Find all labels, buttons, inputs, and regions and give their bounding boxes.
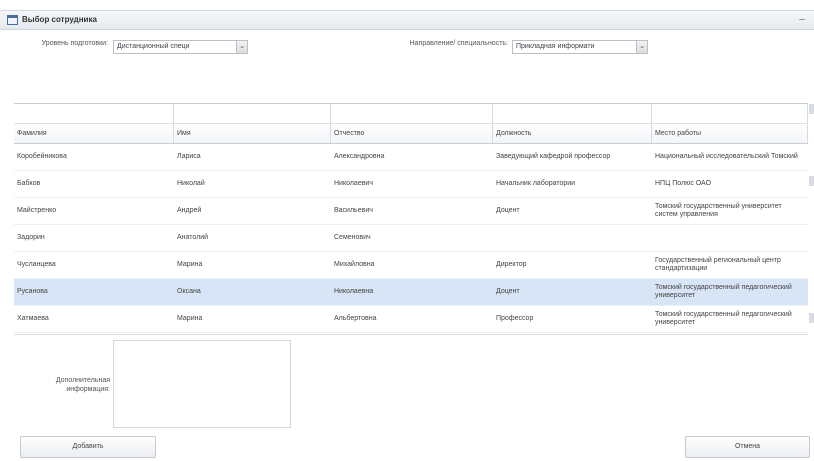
cell-patronymic: Николаевич — [334, 180, 373, 187]
cell-workplace — [652, 225, 808, 251]
cell-patronymic: Семенович — [334, 234, 371, 241]
cell-workplace: НПЦ Полюс ОАО — [655, 180, 712, 187]
column-header-lastname[interactable]: Фамилия — [14, 124, 174, 143]
scrollbar-mark — [809, 313, 814, 323]
table-row[interactable]: Задорин Анатолий Семенович — [14, 225, 808, 252]
table-header-spacer — [14, 104, 808, 123]
column-header-firstname[interactable]: Имя — [174, 124, 331, 143]
cell-firstname: Марина — [177, 261, 203, 268]
cell-firstname: Николай — [177, 180, 205, 187]
cell-position: Директор — [496, 261, 527, 268]
cell-position: Начальник лаборатории — [496, 180, 576, 187]
scrollbar-thumb[interactable] — [809, 104, 814, 114]
direction-select-value: Прикладная информати — [516, 43, 595, 50]
extra-info-textarea[interactable] — [113, 340, 291, 428]
cell-firstname: Андрей — [177, 207, 202, 214]
cell-patronymic: Михайловна — [334, 261, 375, 268]
column-header-workplace[interactable]: Место работы — [652, 124, 808, 143]
cell-firstname: Марина — [177, 315, 203, 322]
cell-workplace: Томский государственный педагогический у… — [655, 284, 792, 299]
table-row[interactable]: Чусланцева Марина Михайловна Директор Госуда… — [14, 252, 808, 279]
chevron-down-icon[interactable]: ⌄ — [236, 41, 247, 53]
level-select[interactable]: Дистанционный специ ⌄ — [113, 40, 248, 54]
table-row[interactable]: Майстренко Андрей Васильевич Доцент Томский … — [14, 198, 808, 225]
cell-firstname: Лариса — [177, 153, 201, 160]
cell-workplace: Томский государственный университет сист… — [655, 203, 782, 218]
add-button[interactable]: Добавить — [20, 436, 156, 458]
cell-workplace: Томский государственный педагогический у… — [655, 311, 792, 326]
cell-position: Заведующий кафедрой профессор — [496, 153, 611, 160]
cell-workplace: Государственный региональный центр станд… — [655, 257, 781, 272]
level-label: Уровень подготовки: — [41, 40, 108, 47]
table-row[interactable]: Хатмаева Марина Альбертовна Профессор Томски… — [14, 306, 808, 333]
cell-position: Профессор — [496, 315, 534, 322]
minimize-button[interactable]: – — [796, 15, 808, 26]
extra-info-label: Дополнительная информация: — [55, 377, 110, 393]
direction-label: Направление/ специальность: — [409, 40, 508, 47]
cell-lastname: Хатмаева — [17, 315, 49, 322]
employees-table: Фамилия Имя Отчество Должность Место раб… — [14, 103, 808, 335]
cell-lastname: Коробейникова — [17, 153, 67, 160]
employee-select-window: Выбор сотрудника – Уровень подготовки: Д… — [0, 0, 814, 461]
cell-patronymic: Николаевна — [334, 288, 374, 295]
column-header-position[interactable]: Должность — [493, 124, 652, 143]
window-title: Выбор сотрудника — [22, 15, 97, 24]
cell-position: Доцент — [496, 207, 520, 214]
cell-position — [493, 225, 652, 251]
cell-firstname: Анатолий — [177, 234, 209, 241]
table-row[interactable]: Коробейникова Лариса Александровна Заведующ… — [14, 144, 808, 171]
table-row[interactable]: Русанова Оксана Николаевна Доцент Томский го… — [14, 279, 808, 306]
cell-position: Доцент — [496, 288, 520, 295]
chevron-down-icon[interactable]: ⌄ — [636, 41, 647, 53]
cell-lastname: Чусланцева — [17, 261, 56, 268]
window-titlebar: Выбор сотрудника – — [0, 10, 814, 30]
table-header: Фамилия Имя Отчество Должность Место раб… — [14, 123, 808, 144]
cell-lastname: Майстренко — [17, 207, 57, 214]
cell-lastname: Задорин — [17, 234, 45, 241]
cancel-button[interactable]: Отмена — [685, 436, 810, 458]
cell-lastname: Бабков — [17, 180, 41, 187]
cell-patronymic: Александровна — [334, 153, 385, 160]
level-select-value: Дистанционный специ — [117, 43, 190, 50]
column-header-patronymic[interactable]: Отчество — [331, 124, 493, 143]
cell-patronymic: Васильевич — [334, 207, 373, 214]
table-row[interactable]: Бабков Николай Николаевич Начальник лаборат… — [14, 171, 808, 198]
scrollbar-mark — [809, 176, 814, 186]
cell-firstname: Оксана — [177, 288, 201, 295]
cell-patronymic: Альбертовна — [334, 315, 377, 322]
cell-lastname: Русанова — [17, 288, 48, 295]
cell-workplace: Национальный исследовательский Томский — [655, 153, 798, 160]
direction-select[interactable]: Прикладная информати ⌄ — [512, 40, 648, 54]
table-body: Коробейникова Лариса Александровна Заведующ… — [14, 144, 808, 333]
window-icon — [7, 15, 18, 25]
